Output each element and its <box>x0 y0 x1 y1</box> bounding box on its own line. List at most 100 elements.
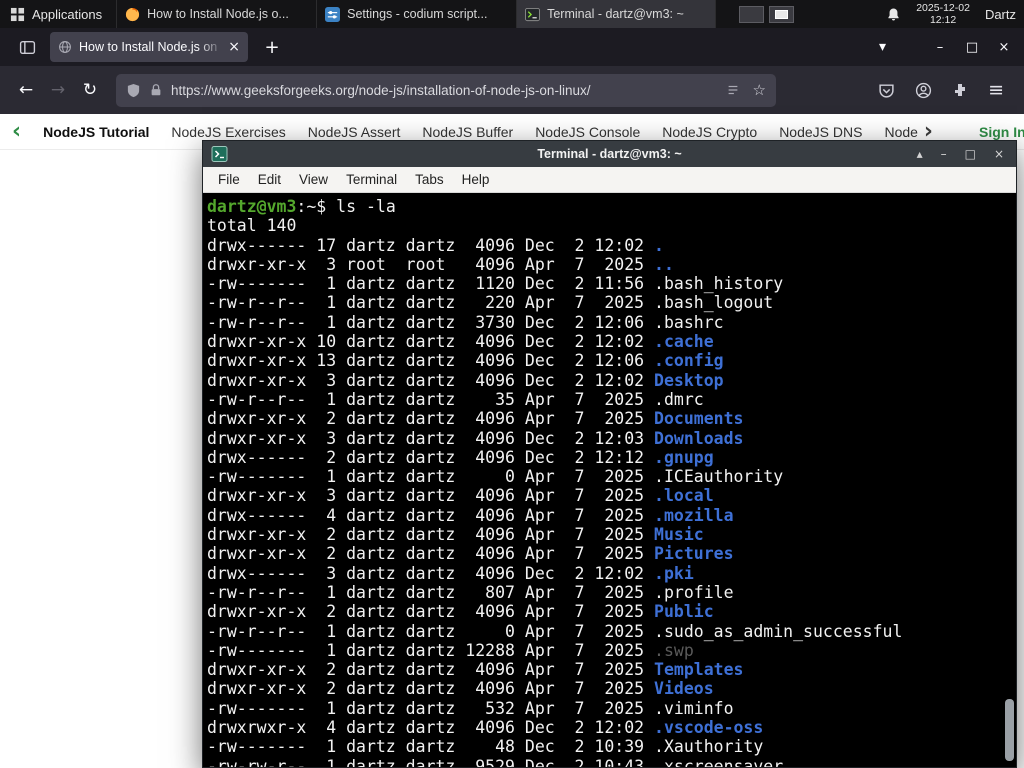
file-name: Pictures <box>654 544 734 564</box>
menu-view[interactable]: View <box>290 172 337 187</box>
bookmark-star-icon[interactable]: ☆ <box>753 81 766 99</box>
terminal-line: -rw-r--r-- 1 dartz dartz 807 Apr 7 2025 … <box>207 582 734 602</box>
terminal-icon <box>525 7 541 21</box>
terminal-line: drwxr-xr-x 2 dartz dartz 4096 Apr 7 2025… <box>207 602 714 622</box>
file-name: .cache <box>654 332 714 352</box>
terminal-line: drwx------ 17 dartz dartz 4096 Dec 2 12:… <box>207 235 664 255</box>
file-name: .swp <box>654 640 694 660</box>
terminal-line: -rw-r--r-- 1 dartz dartz 0 Apr 7 2025 .s… <box>207 621 903 641</box>
menu-edit[interactable]: Edit <box>249 172 290 187</box>
workspace-1[interactable] <box>739 5 765 23</box>
account-icon[interactable] <box>915 82 932 99</box>
menu-terminal[interactable]: Terminal <box>337 172 406 187</box>
tracking-protection-shield-icon[interactable] <box>126 83 141 98</box>
file-name: .bash_logout <box>654 293 774 313</box>
terminal-line: drwxr-xr-x 2 dartz dartz 4096 Apr 7 2025… <box>207 544 734 564</box>
taskbar-item-terminal[interactable]: Terminal - dartz@vm3: ~ <box>516 0 717 28</box>
terminal-scrollbar-thumb[interactable] <box>1005 699 1014 761</box>
sitenav-item-assert[interactable]: NodeJS Assert <box>308 124 401 140</box>
terminal-prompt-line: dartz@vm3:~$ ls -la <box>207 197 1016 216</box>
notification-bell-icon[interactable] <box>886 7 901 22</box>
lock-icon[interactable] <box>149 83 163 97</box>
terminal-line: -rw-r--r-- 1 dartz dartz 35 Apr 7 2025 .… <box>207 389 704 409</box>
menu-file[interactable]: File <box>209 172 249 187</box>
file-name: .config <box>654 351 724 371</box>
terminal-line: drwx------ 4 dartz dartz 4096 Apr 7 2025… <box>207 505 734 525</box>
reload-button[interactable]: ↻ <box>74 74 106 106</box>
urlbar-page-actions: ☆ <box>726 81 766 99</box>
terminal-maximize-button[interactable]: □ <box>965 147 976 161</box>
file-name: .dmrc <box>654 389 704 409</box>
tab-close-button[interactable]: × <box>228 39 240 55</box>
terminal-line: -rw------- 1 dartz dartz 532 Apr 7 2025 … <box>207 698 734 718</box>
window-close-button[interactable]: × <box>988 40 1020 55</box>
extensions-icon[interactable] <box>952 82 968 98</box>
file-name: .pki <box>654 563 694 583</box>
terminal-line: -rw------- 1 dartz dartz 0 Apr 7 2025 .I… <box>207 467 784 487</box>
pocket-icon[interactable] <box>878 82 895 99</box>
taskbar-item-settings[interactable]: Settings - codium script... <box>316 0 516 28</box>
file-name: Documents <box>654 409 744 429</box>
terminal-close-button[interactable]: × <box>994 147 1004 161</box>
forward-button[interactable]: → <box>42 74 74 106</box>
file-name: .ICEauthority <box>654 467 784 487</box>
terminal-shade-button[interactable]: ▴ <box>917 147 923 161</box>
url-bar[interactable]: https://www.geeksforgeeks.org/node-js/in… <box>116 73 776 107</box>
window-maximize-button[interactable]: □ <box>956 40 988 55</box>
tab-globe-icon <box>59 41 71 53</box>
nav-scroll-left-icon[interactable]: ‹ <box>12 120 21 143</box>
sitenav-item-truncated[interactable]: Node <box>884 124 917 140</box>
clock[interactable]: 2025-12-02 12:12 <box>916 2 970 26</box>
file-name: .Xauthority <box>654 737 764 757</box>
terminal-line: -rw-r--r-- 1 dartz dartz 220 Apr 7 2025 … <box>207 293 774 313</box>
terminal-listing: drwx------ 17 dartz dartz 4096 Dec 2 12:… <box>207 236 1016 767</box>
clock-time: 12:12 <box>929 14 957 26</box>
back-button[interactable]: ← <box>10 74 42 106</box>
sitenav-item-exercises[interactable]: NodeJS Exercises <box>171 124 285 140</box>
applications-icon <box>10 7 25 21</box>
terminal-line: drwxrwxr-x 4 dartz dartz 4096 Dec 2 12:0… <box>207 718 764 738</box>
sitenav-item-buffer[interactable]: NodeJS Buffer <box>422 124 513 140</box>
file-name: .vscode-oss <box>654 718 764 738</box>
terminal-line: -rw------- 1 dartz dartz 12288 Apr 7 202… <box>207 640 694 660</box>
clock-date: 2025-12-02 <box>916 2 970 14</box>
list-all-tabs-button[interactable]: ▾ <box>879 39 886 55</box>
window-minimize-button[interactable]: – <box>924 40 956 55</box>
settings-icon <box>325 6 341 22</box>
terminal-content[interactable]: dartz@vm3:~$ ls -la total 140 drwx------… <box>203 193 1016 767</box>
new-tab-button[interactable]: + <box>258 33 286 61</box>
applications-menu[interactable]: Applications <box>0 0 116 28</box>
firefox-view-button[interactable] <box>12 34 42 60</box>
sitenav-item-crypto[interactable]: NodeJS Crypto <box>662 124 757 140</box>
url-text[interactable]: https://www.geeksforgeeks.org/node-js/in… <box>171 83 718 98</box>
taskbar-item-firefox[interactable]: How to Install Node.js o... <box>116 0 316 28</box>
sitenav-item-console[interactable]: NodeJS Console <box>535 124 640 140</box>
file-name: Public <box>654 602 714 622</box>
terminal-titlebar[interactable]: Terminal - dartz@vm3: ~ ▴ – □ × <box>203 141 1016 167</box>
terminal-line: drwxr-xr-x 3 root root 4096 Apr 7 2025 .… <box>207 254 674 274</box>
terminal-line: drwxr-xr-x 3 dartz dartz 4096 Dec 2 12:0… <box>207 370 724 390</box>
file-name: .gnupg <box>654 447 714 467</box>
menu-help[interactable]: Help <box>453 172 499 187</box>
file-name: .bashrc <box>654 312 724 332</box>
terminal-line: drwxr-xr-x 3 dartz dartz 4096 Apr 7 2025… <box>207 486 714 506</box>
user-menu[interactable]: Dartz <box>985 7 1016 22</box>
terminal-line: -rw------- 1 dartz dartz 1120 Dec 2 11:5… <box>207 274 784 294</box>
sitenav-item-dns[interactable]: NodeJS DNS <box>779 124 862 140</box>
file-name: .sudo_as_admin_successful <box>654 621 903 641</box>
terminal-line: -rw-rw-r-- 1 dartz dartz 9529 Dec 2 10:4… <box>207 757 1016 767</box>
top-panel: Applications How to Install Node.js o...… <box>0 0 1024 28</box>
terminal-minimize-button[interactable]: – <box>941 147 947 161</box>
workspace-switcher[interactable] <box>739 0 795 28</box>
file-name: Videos <box>654 679 714 699</box>
menu-tabs[interactable]: Tabs <box>406 172 453 187</box>
browser-tab[interactable]: How to Install Node.js on × <box>50 32 248 62</box>
reader-view-icon[interactable] <box>726 83 740 97</box>
workspace-2[interactable] <box>769 5 795 23</box>
terminal-window-controls: ▴ – □ × <box>917 147 1016 161</box>
menu-hamburger-icon[interactable]: ≡ <box>988 79 1004 101</box>
sign-in-link[interactable]: Sign In <box>979 124 1024 140</box>
sitenav-item-tutorial[interactable]: NodeJS Tutorial <box>43 124 149 140</box>
file-name: .profile <box>654 582 734 602</box>
terminal-title: Terminal - dartz@vm3: ~ <box>537 147 682 161</box>
